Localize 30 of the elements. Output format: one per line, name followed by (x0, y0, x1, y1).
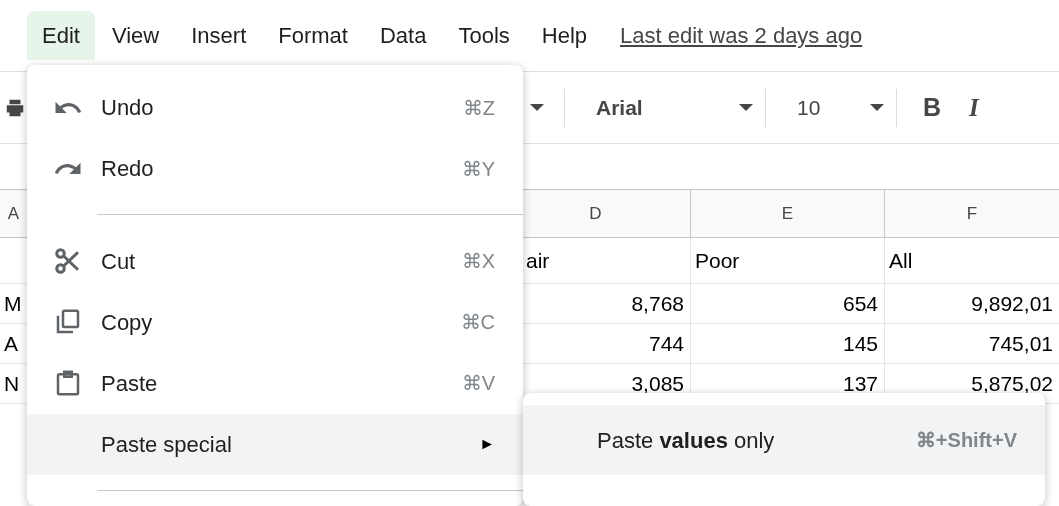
menu-tab[interactable]: Help (526, 11, 603, 60)
table-cell-text: M (3, 290, 23, 317)
menu-tab[interactable]: Edit (27, 11, 95, 60)
table-cell: 9,892,01 (884, 284, 1059, 323)
table-cell: 145 (690, 324, 884, 363)
last-edit-link[interactable]: Last edit was 2 days ago (620, 19, 863, 52)
column-header[interactable]: E (690, 190, 884, 237)
column-header[interactable]: A (0, 190, 27, 237)
caret-icon (870, 104, 884, 111)
menu-tab[interactable]: Tools (443, 11, 525, 60)
menu-tab[interactable]: Insert (176, 11, 262, 60)
table-cell: Poor (690, 238, 884, 283)
menu-tab[interactable]: Format (263, 11, 363, 60)
menu-item[interactable]: Paste values only ⌘+Shift+V (523, 405, 1045, 475)
table-cell-text: A (3, 330, 19, 357)
menu-tab[interactable]: Data (364, 11, 442, 60)
menu-item[interactable]: Paste special ► (27, 413, 523, 475)
caret-icon (739, 104, 753, 111)
font-size-dropdown[interactable]: 10 (766, 91, 896, 124)
column-header[interactable]: F (884, 190, 1059, 237)
table-cell: 654 (690, 284, 884, 323)
menu-item[interactable]: Undo ⌘Z (27, 77, 523, 138)
menu-tab[interactable]: View (96, 11, 175, 60)
table-cell: All (884, 238, 1059, 283)
bold-button[interactable]: B (923, 88, 942, 127)
table-cell: 745,01 (884, 324, 1059, 363)
italic-button[interactable]: I (969, 88, 979, 127)
table-cell-text: N (3, 370, 21, 397)
caret-icon (530, 104, 544, 111)
font-dropdown[interactable]: Arial (565, 91, 765, 124)
